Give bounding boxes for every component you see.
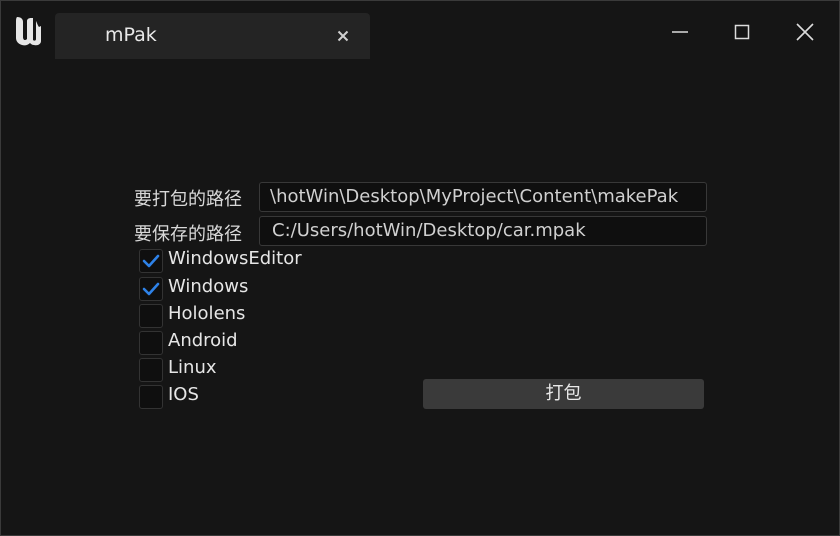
maximize-icon [734, 24, 750, 40]
platform-label: IOS [168, 384, 199, 405]
checkbox-android[interactable] [139, 331, 163, 355]
source-path-input[interactable]: \hotWin\Desktop\MyProject\Content\makePa… [259, 182, 707, 212]
maximize-button[interactable] [725, 15, 759, 49]
output-path-input[interactable]: C:/Users/hotWin/Desktop/car.mpak [259, 216, 707, 246]
output-path-value: C:/Users/hotWin/Desktop/car.mpak [272, 220, 586, 241]
minimize-icon [672, 31, 688, 33]
checkbox-windowseditor[interactable] [139, 249, 163, 273]
checkmark-icon [142, 254, 160, 268]
platform-label: Hololens [168, 303, 246, 324]
tab-title: mPak [105, 24, 157, 46]
platform-label: WindowsEditor [168, 248, 302, 269]
checkmark-icon [142, 282, 160, 296]
tab-close-icon[interactable] [333, 26, 353, 46]
unreal-engine-logo-icon [16, 17, 41, 46]
close-window-button[interactable] [788, 15, 822, 49]
checkbox-ios[interactable] [139, 385, 163, 409]
checkbox-windows[interactable] [139, 277, 163, 301]
platform-label: Windows [168, 276, 249, 297]
checkbox-linux[interactable] [139, 358, 163, 382]
app-window: mPak 要打包的路径 \hotWin\Desktop\MyProject\Co… [0, 0, 840, 536]
pack-button[interactable]: 打包 [423, 379, 704, 409]
document-tab[interactable]: mPak [55, 13, 370, 59]
source-path-label: 要打包的路径 [134, 189, 242, 210]
platform-label: Linux [168, 357, 217, 378]
minimize-button[interactable] [663, 15, 697, 49]
platform-label: Android [168, 330, 238, 351]
source-path-value: \hotWin\Desktop\MyProject\Content\makePa… [270, 186, 679, 207]
output-path-label: 要保存的路径 [134, 224, 242, 245]
checkbox-hololens[interactable] [139, 304, 163, 328]
close-icon [796, 23, 814, 41]
